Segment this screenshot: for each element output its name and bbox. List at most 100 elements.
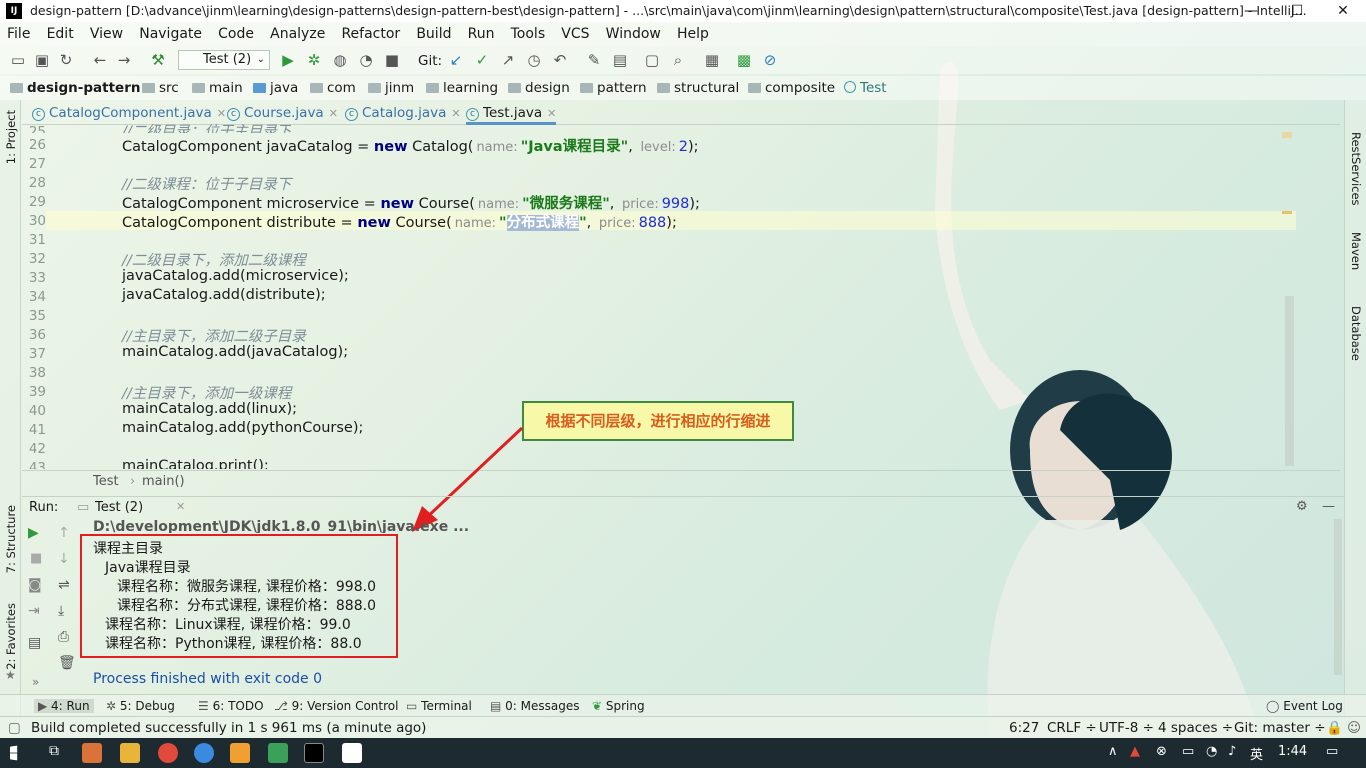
- git-branch-select[interactable]: Git: master ÷: [1234, 720, 1326, 736]
- git-commit-icon[interactable]: ✓: [472, 50, 492, 70]
- close-tab-icon[interactable]: ✕: [451, 107, 460, 120]
- git-update-icon[interactable]: ↙: [446, 50, 466, 70]
- sync-icon[interactable]: ↻: [56, 50, 76, 70]
- lock-icon[interactable]: 🔒: [1326, 720, 1343, 736]
- intellij-taskbar-icon[interactable]: [304, 743, 324, 763]
- rerun-icon[interactable]: ▶: [28, 525, 39, 541]
- menu-edit[interactable]: Edit: [47, 22, 74, 46]
- favorites-tool-tab[interactable]: 2: Favorites: [4, 603, 18, 670]
- chrome-alt-icon[interactable]: [194, 743, 214, 763]
- maven-tool-tab[interactable]: Maven: [1349, 232, 1363, 270]
- menu-build[interactable]: Build: [416, 22, 451, 46]
- structure-tool-tab[interactable]: 7: Structure: [4, 505, 18, 573]
- menu-analyze[interactable]: Analyze: [270, 22, 325, 46]
- breadcrumb-composite[interactable]: composite: [748, 80, 835, 96]
- hide-panel-icon[interactable]: —: [1322, 499, 1335, 514]
- project-tool-tab[interactable]: 1: Project: [4, 110, 18, 164]
- typora-app-icon[interactable]: [342, 743, 362, 763]
- close-tab-icon[interactable]: ✕: [217, 107, 226, 120]
- breadcrumb-structural[interactable]: structural: [657, 80, 739, 96]
- project-structure-icon[interactable]: ▤: [610, 50, 630, 70]
- scroll-up-icon[interactable]: ↑: [58, 525, 70, 541]
- scroll-down-icon[interactable]: ↓: [58, 551, 70, 567]
- media-player-icon[interactable]: [230, 743, 250, 763]
- menu-window[interactable]: Window: [606, 22, 661, 46]
- notification-icon[interactable]: ☺: [1347, 720, 1361, 736]
- tab-test[interactable]: c Test.java ✕: [466, 101, 557, 125]
- line-separator-select[interactable]: CRLF ÷: [1047, 720, 1097, 736]
- event-log-tool-tab[interactable]: ◯ Event Log: [1266, 699, 1343, 713]
- menu-refactor[interactable]: Refactor: [341, 22, 400, 46]
- stop-run-icon[interactable]: ■: [30, 551, 42, 566]
- build-hammer-icon[interactable]: ⚒: [148, 50, 168, 70]
- terminal-icon[interactable]: ▢: [642, 50, 662, 70]
- sublime-app-icon[interactable]: [82, 743, 102, 763]
- menu-tools[interactable]: Tools: [511, 22, 546, 46]
- power-save-icon[interactable]: ⊘: [760, 50, 780, 70]
- breadcrumb-jinm[interactable]: jinm: [368, 80, 414, 96]
- version-control-tool-tab[interactable]: ⎇ 9: Version Control: [274, 699, 398, 713]
- breadcrumb-design[interactable]: design: [508, 80, 570, 96]
- volume-icon[interactable]: ♪: [1228, 744, 1236, 759]
- menu-run[interactable]: Run: [468, 22, 495, 46]
- messages-tool-tab[interactable]: ▤ 0: Messages: [490, 699, 580, 713]
- dump-threads-icon[interactable]: ◙: [28, 577, 42, 593]
- menu-navigate[interactable]: Navigate: [139, 22, 202, 46]
- indent-select[interactable]: 4 spaces ÷: [1158, 720, 1233, 736]
- file-explorer-icon[interactable]: [120, 743, 140, 763]
- run-coverage-icon[interactable]: ◍: [330, 50, 350, 70]
- activity-chart-icon[interactable]: ▩: [734, 50, 754, 70]
- console-scrollbar[interactable]: [1334, 519, 1342, 675]
- editor-crumb-method[interactable]: main(): [142, 474, 185, 489]
- tray-expand-icon[interactable]: ∧: [1108, 744, 1118, 759]
- soft-wrap-icon[interactable]: ⇌: [58, 577, 70, 593]
- debug-icon[interactable]: ✲: [304, 50, 324, 70]
- back-arrow-icon[interactable]: ←: [90, 50, 110, 70]
- menu-file[interactable]: File: [7, 22, 30, 46]
- restore-layout-icon[interactable]: ⇥: [28, 603, 40, 619]
- run-configuration-select[interactable]: Test (2) ⌄: [178, 50, 270, 70]
- caret-position[interactable]: 6:27: [1009, 720, 1039, 736]
- status-square-icon[interactable]: ▢: [8, 720, 21, 736]
- debug-tool-tab[interactable]: ✲ 5: Debug: [106, 699, 175, 713]
- trash-icon[interactable]: 🗑: [58, 655, 76, 671]
- save-icon[interactable]: ▣: [32, 50, 52, 70]
- open-folder-icon[interactable]: ▭: [8, 50, 28, 70]
- action-center-icon[interactable]: ▭: [1326, 744, 1338, 759]
- chrome-icon[interactable]: [158, 743, 178, 763]
- tasks-icon[interactable]: ▦: [702, 50, 722, 70]
- database-tool-tab[interactable]: Database: [1349, 306, 1363, 361]
- close-tab-icon[interactable]: ✕: [329, 107, 338, 120]
- editor-crumb-class[interactable]: Test: [93, 474, 119, 489]
- battery-icon[interactable]: ▭: [1182, 744, 1194, 759]
- run-tab[interactable]: Test (2): [95, 500, 143, 515]
- run-icon[interactable]: ▶: [278, 50, 298, 70]
- breadcrumb-test[interactable]: Test: [844, 80, 887, 96]
- breadcrumb-learning[interactable]: learning: [426, 80, 498, 96]
- task-view-icon[interactable]: ⧉: [44, 743, 64, 763]
- breadcrumb-pattern[interactable]: pattern: [580, 80, 647, 96]
- git-app-icon[interactable]: [268, 743, 288, 763]
- error-stripe-marker[interactable]: [1282, 132, 1292, 138]
- breadcrumb-project[interactable]: design-pattern: [10, 80, 140, 96]
- tab-catalog[interactable]: c Catalog.java ✕: [345, 101, 461, 125]
- git-rollback-icon[interactable]: ↶: [550, 50, 570, 70]
- todo-tool-tab[interactable]: ☰ 6: TODO: [198, 699, 264, 713]
- maximize-button[interactable]: ☐: [1274, 0, 1320, 22]
- more-icon[interactable]: »: [32, 675, 39, 689]
- editor-scrollbar[interactable]: [1285, 296, 1294, 466]
- close-button[interactable]: ✕: [1320, 0, 1366, 22]
- tray-app2-icon[interactable]: ⊗: [1156, 744, 1167, 759]
- menu-view[interactable]: View: [90, 22, 123, 46]
- forward-arrow-icon[interactable]: →: [114, 50, 134, 70]
- restservices-tool-tab[interactable]: RestServices: [1349, 132, 1363, 206]
- breadcrumb-src[interactable]: src: [142, 80, 179, 96]
- encoding-select[interactable]: UTF-8 ÷: [1099, 720, 1154, 736]
- run-tool-tab[interactable]: ▶ 4: Run: [34, 699, 94, 713]
- menu-help[interactable]: Help: [677, 22, 709, 46]
- profile-icon[interactable]: ◔: [356, 50, 376, 70]
- wrench-icon[interactable]: ✎: [584, 50, 604, 70]
- tray-app-icon[interactable]: ▲: [1130, 744, 1140, 759]
- terminal-tool-tab[interactable]: ▭ Terminal: [406, 699, 472, 713]
- search-icon[interactable]: ⌕: [668, 50, 688, 70]
